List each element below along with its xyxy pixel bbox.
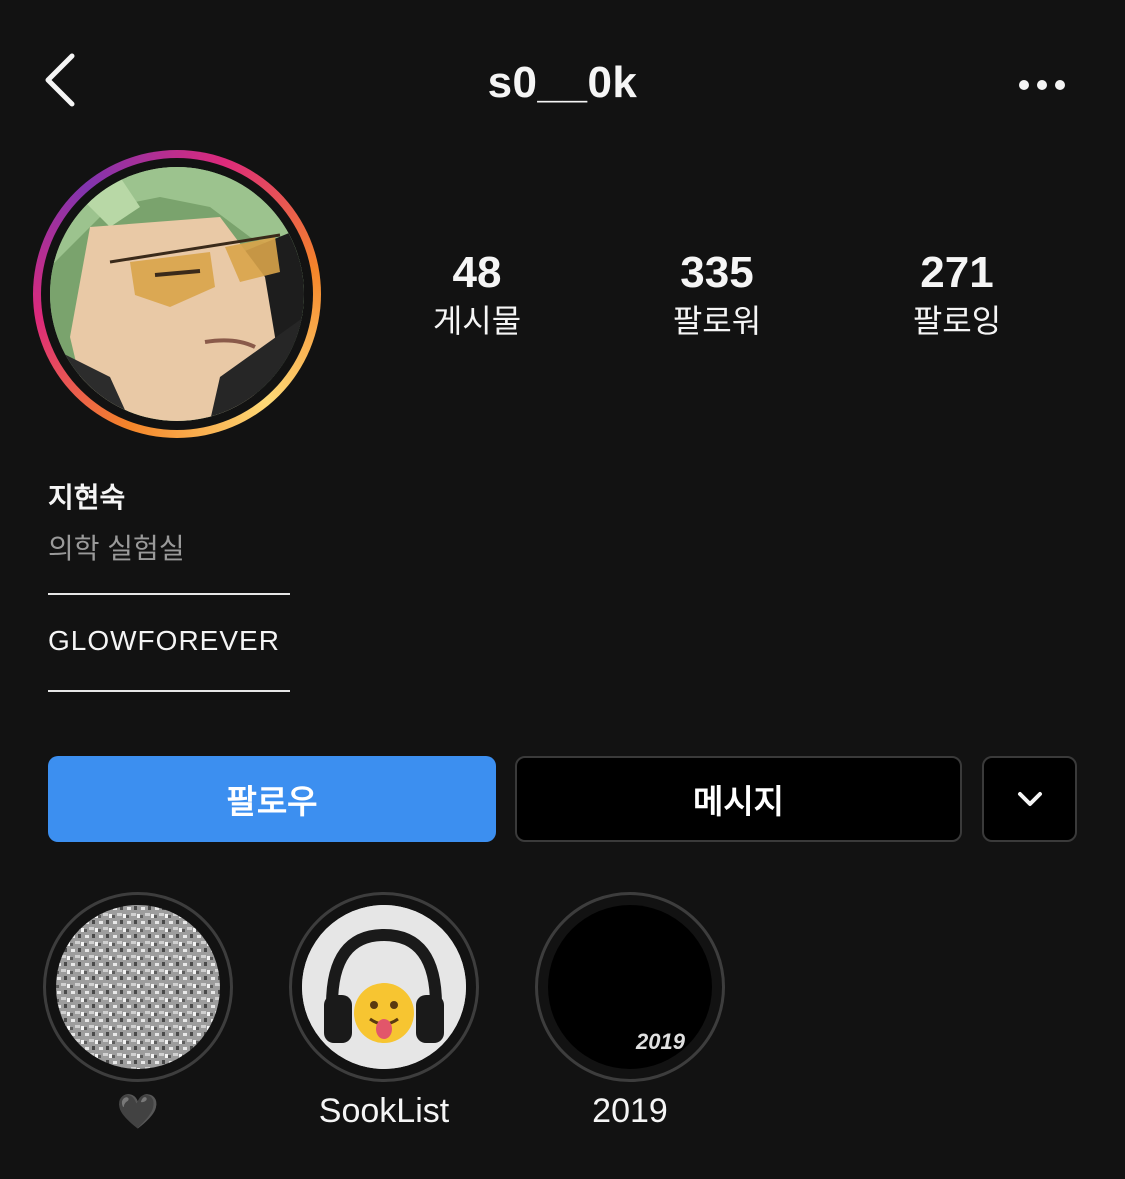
highlight-heart-cover	[56, 905, 220, 1069]
glitter-texture-image	[56, 905, 220, 1069]
suggested-accounts-button[interactable]	[982, 756, 1077, 842]
follow-button[interactable]: 팔로우	[48, 756, 496, 842]
more-options-button[interactable]	[1012, 70, 1072, 100]
following-count-label: 팔로잉	[912, 303, 1002, 339]
bio-text: GLOWFOREVER	[48, 625, 280, 656]
highlight-sooklist-cover	[302, 905, 466, 1069]
followers-count[interactable]: 335 팔로워	[617, 246, 817, 342]
followers-count-label: 팔로워	[672, 303, 762, 339]
posts-count-label: 게시물	[432, 303, 522, 339]
avatar-image	[50, 167, 304, 421]
highlight-2019-cover-text: 2019	[636, 1029, 685, 1054]
profile-name: 지현숙	[48, 482, 126, 513]
chevron-down-icon	[1017, 792, 1042, 806]
highlight-2019-cover: 2019	[548, 905, 712, 1069]
headphones-emoji-icon	[302, 905, 466, 1069]
bio-divider-bottom	[48, 690, 290, 692]
following-count-value: 271	[920, 248, 994, 297]
highlight-heart-label: 🖤	[116, 1093, 160, 1131]
followers-count-value: 335	[680, 248, 754, 297]
profile-category: 의학 실험실	[48, 533, 185, 564]
following-count[interactable]: 271 팔로잉	[857, 246, 1057, 342]
avatar[interactable]	[50, 167, 304, 421]
posts-count-value: 48	[452, 248, 502, 297]
posts-count[interactable]: 48 게시물	[377, 246, 577, 342]
more-horizontal-icon	[1019, 80, 1065, 90]
highlight-2019-label: 2019	[592, 1092, 668, 1130]
highlight-sooklist-label: SookList	[318, 1092, 450, 1130]
message-button[interactable]: 메시지	[515, 756, 962, 842]
bio-divider-top	[48, 593, 290, 595]
profile-username: s0__0k	[487, 58, 638, 107]
